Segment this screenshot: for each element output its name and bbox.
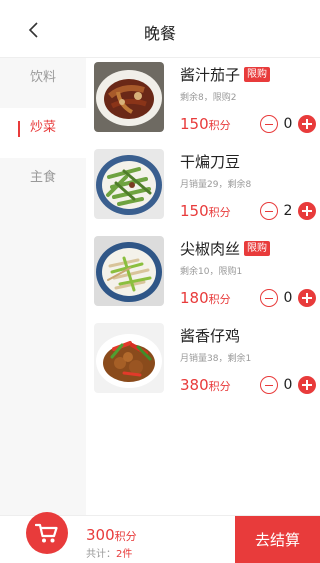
price-unit: 积分 [208,206,231,219]
quantity-stepper: 0 [260,114,316,134]
dish-price: 380积分 [180,375,231,394]
price-unit: 积分 [208,380,231,393]
increase-button[interactable] [298,289,316,307]
total-unit: 积分 [114,530,137,543]
quantity-value: 2 [283,203,293,219]
dish-name: 酱汁茄子 [180,66,241,84]
increase-button[interactable] [298,202,316,220]
decrease-button[interactable] [260,289,278,307]
total-value: 300 [86,526,115,544]
quantity-value: 0 [283,116,293,132]
price-value: 380 [180,376,209,394]
price-value: 150 [180,115,209,133]
cart-total: 300积分 [86,525,137,544]
dish-stock: 剩余8，限购2 [180,93,237,103]
quantity-stepper: 0 [260,288,316,308]
decrease-button[interactable] [260,202,278,220]
dish-photo [94,323,164,393]
decrease-button[interactable] [260,115,278,133]
cart-bar: 300积分 共计：2件 去结算 [0,512,320,563]
price-value: 150 [180,202,209,220]
dish-name: 尖椒肉丝 [180,240,241,258]
limit-badge: 限购 [244,241,271,256]
dish-item[interactable]: 酱香仔鸡 月销量38，剩余1 380积分 0 [86,323,320,409]
app-header: 晚餐 [0,0,320,58]
dish-price: 150积分 [180,114,231,133]
count-label: 共计： [86,549,116,560]
sidebar-item-staple[interactable]: 主食 [0,158,86,208]
dish-photo [94,236,164,306]
quantity-stepper: 0 [260,375,316,395]
quantity-stepper: 2 [260,201,316,221]
dish-list: 酱汁茄子 限购 剩余8，限购2 150积分 0 干煸刀豆 月销量29，剩余8 1… [86,58,320,515]
dish-item[interactable]: 酱汁茄子 限购 剩余8，限购2 150积分 0 [86,62,320,148]
dish-stock: 月销量29，剩余8 [180,180,252,190]
dish-item[interactable]: 尖椒肉丝 限购 剩余10，限购1 180积分 0 [86,236,320,322]
dish-item[interactable]: 干煸刀豆 月销量29，剩余8 150积分 2 [86,149,320,235]
sidebar-item-label: 主食 [29,170,56,185]
sidebar-item-stir-fry[interactable]: 炒菜 [0,108,86,158]
dish-photo [94,149,164,219]
checkout-button[interactable]: 去结算 [235,516,320,563]
sidebar-item-label: 炒菜 [29,120,56,135]
price-unit: 积分 [208,293,231,306]
price-value: 180 [180,289,209,307]
decrease-button[interactable] [260,376,278,394]
quantity-value: 0 [283,377,293,393]
limit-badge: 限购 [244,67,271,82]
dish-name: 干煸刀豆 [180,153,241,171]
increase-button[interactable] [298,115,316,133]
shopping-cart-icon [35,523,58,543]
count-value: 2件 [116,549,133,560]
category-sidebar: 饮料 炒菜 主食 [0,58,86,515]
dish-price: 150积分 [180,201,231,220]
dish-photo [94,62,164,132]
dish-stock: 月销量38，剩余1 [180,354,252,364]
dish-stock: 剩余10，限购1 [180,267,243,277]
dish-price: 180积分 [180,288,231,307]
dish-name: 酱香仔鸡 [180,327,241,345]
cart-count: 共计：2件 [86,545,132,560]
cart-button[interactable] [26,512,68,554]
increase-button[interactable] [298,376,316,394]
sidebar-item-drinks[interactable]: 饮料 [0,58,86,108]
page-title: 晚餐 [143,24,176,43]
sidebar-item-label: 饮料 [29,70,56,85]
price-unit: 积分 [208,119,231,132]
quantity-value: 0 [283,290,293,306]
